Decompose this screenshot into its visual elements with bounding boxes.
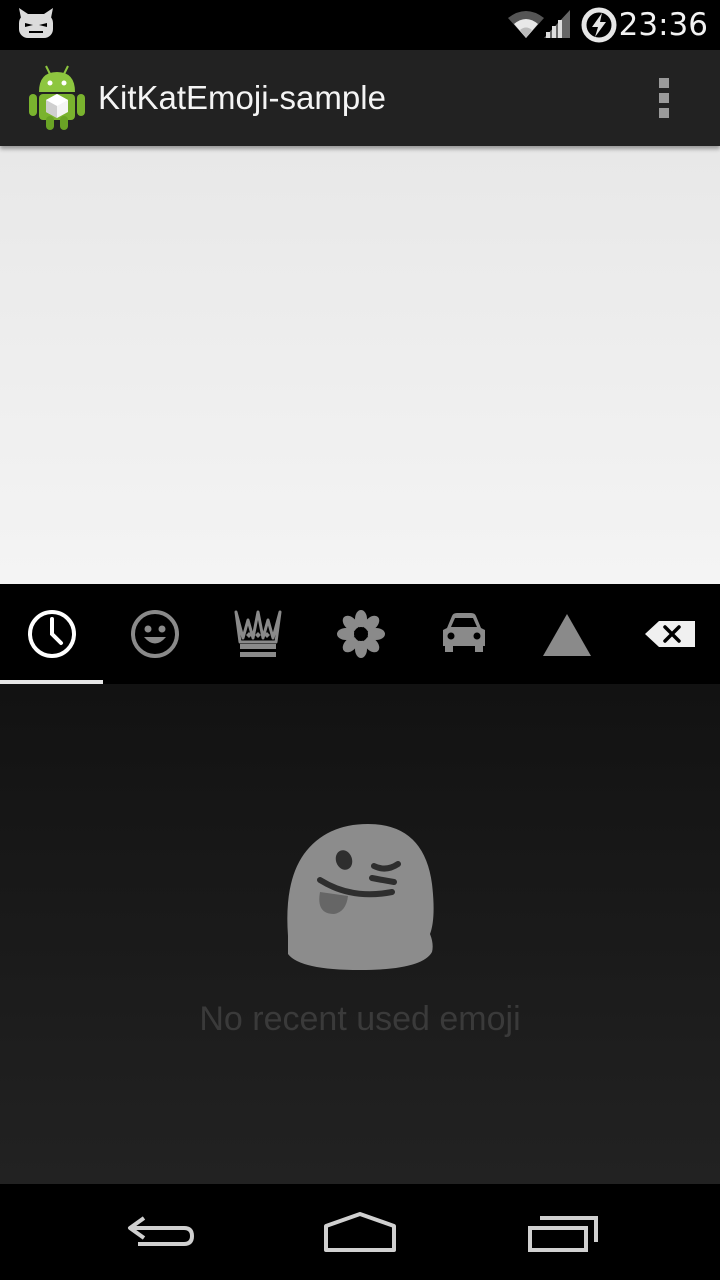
- emoji-panel: No recent used emoji: [0, 684, 720, 1184]
- overflow-menu-icon: [659, 78, 669, 88]
- content-area[interactable]: [0, 146, 720, 584]
- triangle-symbols-icon: [542, 614, 591, 656]
- cyanogenmod-icon: [19, 8, 53, 38]
- tab-symbols[interactable]: [515, 584, 618, 684]
- backspace-icon: [644, 621, 695, 647]
- status-clock: 23:36: [618, 7, 708, 43]
- android-robot-icon: [29, 65, 85, 130]
- action-bar: KitKatEmoji-sample: [0, 50, 720, 146]
- home-icon: [324, 1212, 396, 1252]
- tab-nature[interactable]: [309, 584, 412, 684]
- recent-apps-button[interactable]: [520, 1208, 604, 1256]
- recent-clock-icon: [27, 610, 76, 658]
- tab-objects[interactable]: [206, 584, 309, 684]
- backspace-button[interactable]: [618, 584, 720, 684]
- winking-tongue-emoji-icon: [287, 824, 434, 970]
- battery-charging-icon: [581, 7, 617, 43]
- tab-people[interactable]: [103, 584, 206, 684]
- crown-icon: [234, 610, 281, 657]
- tab-places[interactable]: [412, 584, 515, 684]
- flower-icon: [336, 610, 385, 658]
- navigation-bar: [0, 1184, 720, 1280]
- back-icon: [128, 1216, 195, 1246]
- status-bar: 23:36: [0, 0, 720, 50]
- empty-state-message: No recent used emoji: [199, 1000, 521, 1038]
- smiley-icon: [130, 610, 179, 658]
- app-title: KitKatEmoji-sample: [98, 79, 386, 116]
- signal-icon: [544, 10, 570, 38]
- home-button[interactable]: [318, 1208, 402, 1256]
- overflow-menu-button[interactable]: [640, 70, 688, 126]
- car-icon: [442, 613, 485, 652]
- recent-apps-icon: [528, 1216, 598, 1252]
- back-button[interactable]: [118, 1208, 202, 1256]
- wifi-icon: [508, 11, 544, 38]
- tab-recent[interactable]: [0, 584, 103, 684]
- emoji-category-tabs: [0, 584, 720, 684]
